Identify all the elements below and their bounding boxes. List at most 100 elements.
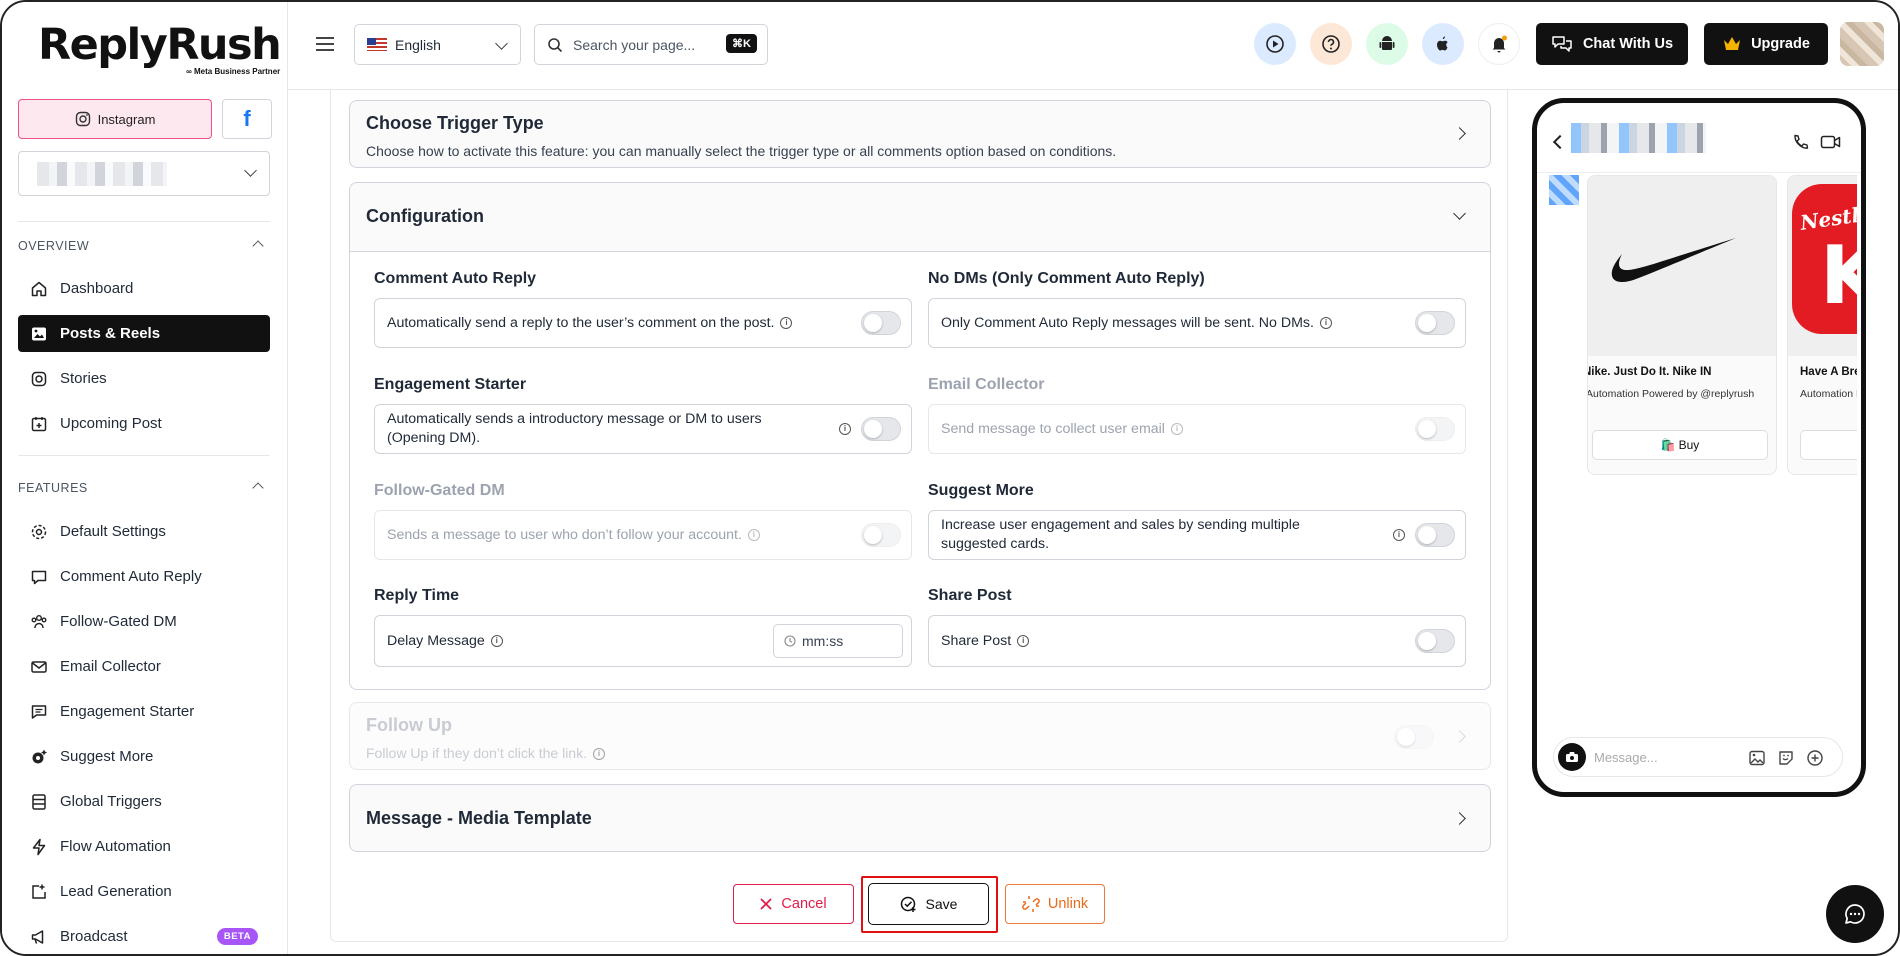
camera-button[interactable] (1558, 743, 1586, 771)
sidebar-item-email-collector[interactable]: Email Collector (18, 648, 270, 685)
unlink-button[interactable]: Unlink (1005, 884, 1105, 924)
configuration-title: Configuration (366, 206, 484, 226)
info-icon[interactable]: i (1017, 635, 1030, 647)
sidebar-item-dashboard[interactable]: Dashboard (18, 270, 270, 307)
product-carousel: Nike. Just Do It. Nike IN Automation Pow… (1587, 175, 1857, 475)
sidebar-item-follow-gated-dm[interactable]: Follow-Gated DM (18, 603, 270, 640)
no-dms-option: Only Comment Auto Reply messages will be… (928, 298, 1466, 348)
buy-button[interactable]: 🛍️ Buy (1592, 430, 1768, 460)
no-dms-text: Only Comment Auto Reply messages will be… (941, 314, 1314, 331)
search-input[interactable]: Search your page... ⌘K (534, 24, 768, 65)
platform-switcher: Instagram f (18, 99, 272, 139)
us-flag-icon (367, 38, 387, 51)
email-collector-option: Send message to collect user email i (928, 404, 1466, 454)
account-select[interactable] (18, 151, 270, 196)
cog-sparkle-icon (32, 749, 47, 763)
info-icon[interactable]: i (780, 317, 793, 329)
ios-app-button[interactable] (1422, 23, 1464, 65)
sidebar-item-label: Follow-Gated DM (60, 613, 177, 630)
product-image: Nestlé K (1788, 176, 1857, 356)
calendar-plus-icon (31, 416, 47, 431)
product-subtitle: Automation Powered by @replyrush (1800, 388, 1857, 400)
engagement-starter-text: Automatically sends a introductory messa… (387, 411, 762, 446)
android-app-button[interactable] (1366, 23, 1408, 65)
sidebar-item-upcoming-post[interactable]: Upcoming Post (18, 405, 270, 442)
chevron-up-icon (252, 482, 264, 494)
sidebar-item-default-settings[interactable]: Default Settings (18, 513, 270, 550)
nestle-kitkat-logo: Nestlé K (1792, 184, 1857, 334)
suggest-more-toggle[interactable] (1415, 523, 1455, 547)
share-post-label: Share Post (928, 587, 1012, 604)
close-icon (760, 898, 773, 910)
trigger-type-section[interactable]: Choose Trigger Type Choose how to activa… (349, 100, 1491, 168)
product-title: Nike. Just Do It. Nike IN (1587, 366, 1712, 378)
sidebar-item-flow-automation[interactable]: Flow Automation (18, 828, 270, 865)
save-label: Save (925, 896, 958, 912)
sidebar-item-comment-auto-reply[interactable]: Comment Auto Reply (18, 558, 270, 595)
product-button[interactable] (1800, 430, 1857, 460)
configuration-section: Configuration Comment Auto Reply Automat… (349, 182, 1491, 690)
media-template-section[interactable]: Message - Media Template (349, 784, 1491, 852)
info-icon[interactable]: i (490, 635, 503, 647)
no-dms-toggle[interactable] (1415, 311, 1455, 335)
sidebar-item-label: Default Settings (60, 523, 166, 540)
sidebar-item-broadcast[interactable]: Broadcast BETA (18, 918, 270, 954)
phone-header (1537, 103, 1861, 173)
support-chat-button[interactable] (1826, 885, 1884, 943)
unlink-icon (1022, 896, 1040, 912)
info-icon[interactable]: i (1319, 317, 1332, 329)
follow-up-toggle (1394, 725, 1434, 749)
sidebar-item-posts-reels[interactable]: Posts & Reels (18, 315, 270, 352)
contact-name-blurred (1571, 123, 1706, 153)
clock-icon (784, 635, 796, 647)
help-button[interactable] (1310, 23, 1352, 65)
video-call-icon (1820, 135, 1841, 149)
engagement-starter-toggle[interactable] (861, 417, 901, 441)
comment-icon (31, 570, 47, 584)
chat-with-us-button[interactable]: Chat With Us (1536, 23, 1688, 65)
sidebar-item-global-triggers[interactable]: Global Triggers (18, 783, 270, 820)
sidebar-item-suggest-more[interactable]: Suggest More (18, 738, 270, 775)
top-bar: English Search your page... ⌘K Chat With… (288, 2, 1898, 90)
chevron-down-icon[interactable] (1453, 207, 1466, 220)
features-section-toggle[interactable]: FEATURES (18, 481, 270, 495)
delay-time-input[interactable]: mm:ss (773, 624, 903, 658)
sidebar-item-label: Comment Auto Reply (60, 568, 202, 585)
message-input[interactable]: Message... (1553, 737, 1843, 777)
facebook-icon: f (243, 106, 251, 131)
cancel-button[interactable]: Cancel (733, 884, 854, 924)
user-avatar[interactable] (1840, 22, 1884, 66)
trigger-type-title: Choose Trigger Type (366, 113, 544, 133)
save-button[interactable]: Save (868, 883, 989, 925)
share-post-toggle[interactable] (1415, 629, 1455, 653)
comment-auto-reply-toggle[interactable] (861, 311, 901, 335)
suggest-more-option: Increase user engagement and sales by se… (928, 510, 1466, 560)
info-icon[interactable]: i (839, 423, 851, 435)
account-name-blurred (37, 162, 167, 186)
video-tutorial-button[interactable] (1254, 23, 1296, 65)
add-icon[interactable] (1806, 749, 1824, 767)
menu-icon[interactable] (316, 37, 334, 51)
sidebar-item-stories[interactable]: Stories (18, 360, 270, 397)
product-image (1588, 176, 1776, 356)
facebook-button[interactable]: f (222, 99, 272, 139)
upgrade-button[interactable]: Upgrade (1704, 23, 1828, 65)
nike-logo (1611, 238, 1736, 283)
bolt-icon (32, 838, 46, 855)
chat-bubble-icon (1845, 904, 1865, 924)
mail-icon (31, 660, 47, 673)
gallery-icon[interactable] (1748, 749, 1766, 767)
language-select[interactable]: English (354, 24, 521, 65)
instagram-button[interactable]: Instagram (18, 99, 212, 139)
reply-time-option: Delay Message i mm:ss (374, 615, 912, 667)
instagram-icon (75, 111, 90, 127)
share-post-text: Share Post (941, 632, 1012, 649)
sidebar-item-engagement-starter[interactable]: Engagement Starter (18, 693, 270, 730)
overview-section-toggle[interactable]: OVERVIEW (18, 239, 270, 253)
notifications-button[interactable] (1478, 23, 1520, 65)
sidebar-item-label: Flow Automation (60, 838, 171, 855)
sticker-icon[interactable] (1777, 749, 1795, 767)
sidebar-item-lead-generation[interactable]: Lead Generation (18, 873, 270, 910)
sidebar-item-label: Upcoming Post (60, 415, 162, 432)
info-icon[interactable]: i (1393, 529, 1405, 541)
